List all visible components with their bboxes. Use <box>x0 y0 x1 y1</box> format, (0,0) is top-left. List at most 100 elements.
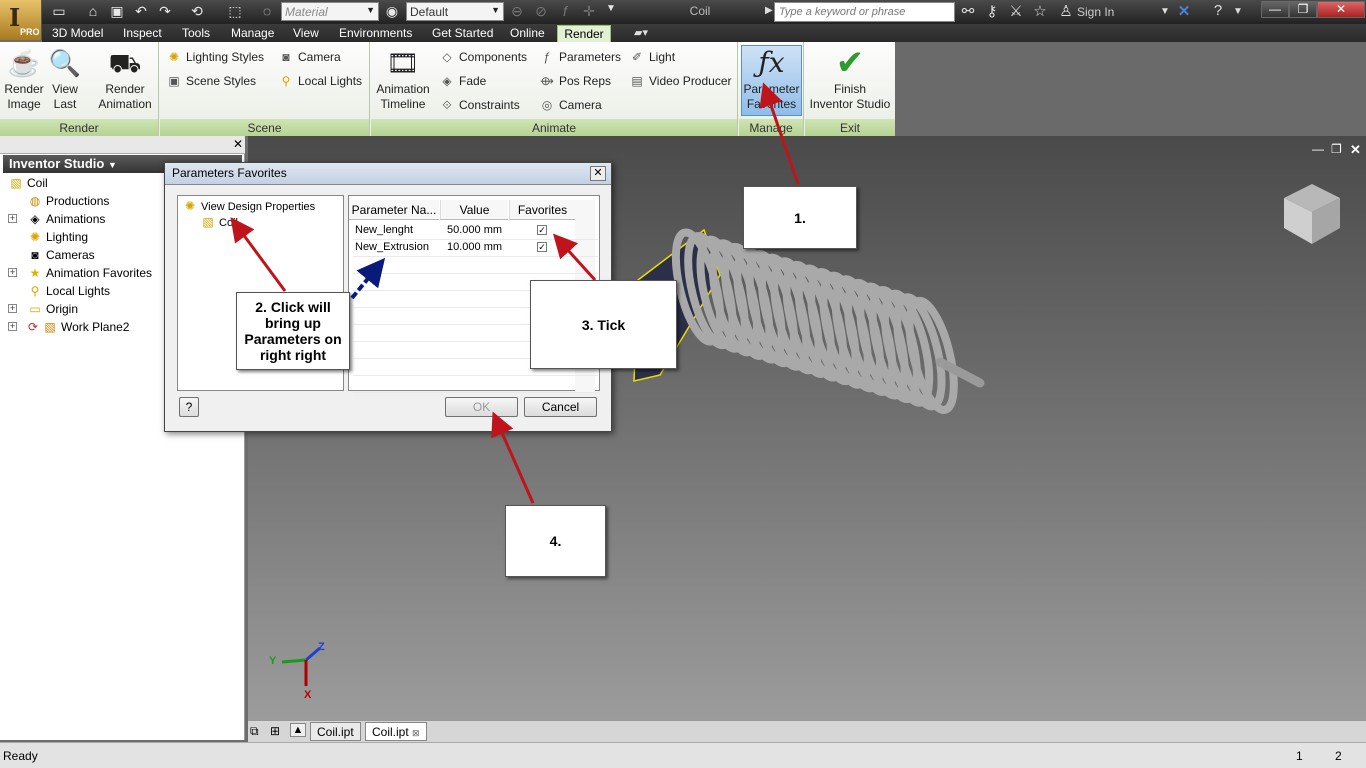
tree-item-cameras[interactable]: ◙ Cameras <box>27 246 94 264</box>
cancel-button[interactable]: Cancel <box>524 397 597 417</box>
column-header-parameter-name[interactable]: Parameter Na... <box>349 200 439 220</box>
tree-item-work-plane2[interactable]: ⟳ ▧ Work Plane2 <box>25 318 130 336</box>
chevron-down-icon: ▼ <box>366 5 375 15</box>
tree-item-productions[interactable]: ◍ Productions <box>27 192 110 210</box>
return-icon[interactable]: ⟲ <box>188 3 206 20</box>
tile-windows-icon[interactable]: ⊞ <box>270 724 280 738</box>
expand-icon[interactable]: + <box>8 322 17 331</box>
column-header-value[interactable]: Value <box>440 200 508 220</box>
tab-get-started[interactable]: Get Started <box>428 25 497 42</box>
animate-camera-button[interactable]: ◎ Camera <box>539 95 602 115</box>
parameters-label: Parameters <box>559 50 622 64</box>
document-tab-active[interactable]: Coil.ipt ⊠ <box>365 722 427 741</box>
undo-icon[interactable]: ↶ <box>132 3 150 20</box>
customize-qat-icon[interactable]: ▼ <box>602 3 620 14</box>
dialog-close-button[interactable]: ✕ <box>590 166 606 181</box>
tree-item-lighting[interactable]: ✺ Lighting <box>27 228 88 246</box>
clear-appearance-icon[interactable]: ⊘ <box>532 3 550 20</box>
appearance-dropdown[interactable]: Default ▼ <box>406 2 504 21</box>
redo-icon[interactable]: ↷ <box>156 3 174 20</box>
fade-button[interactable]: ◈ Fade <box>439 71 486 91</box>
constraints-button[interactable]: ⟐ Constraints <box>439 95 519 115</box>
view-last-button[interactable]: 🔍 View Last <box>46 46 84 112</box>
chevron-down-icon[interactable]: ▼ <box>1155 6 1175 17</box>
zoom-icon[interactable]: ⊖ <box>508 3 526 20</box>
key-icon[interactable]: ⚷ <box>982 2 1002 20</box>
close-icon[interactable]: ⊠ <box>412 728 420 738</box>
coil-model[interactable] <box>620 225 1020 425</box>
column-header-favorites[interactable]: Favorites <box>509 200 575 220</box>
panel-toggle-icon[interactable]: ▰▾ <box>634 26 648 39</box>
fx-icon[interactable]: f <box>556 3 574 19</box>
close-button[interactable]: ✕ <box>1317 1 1365 18</box>
tree-item-coil[interactable]: ▧ Coil <box>8 174 47 192</box>
help-icon[interactable]: ? <box>1208 2 1228 19</box>
restore-button[interactable]: ❐ <box>1289 1 1317 18</box>
expand-icon[interactable]: + <box>8 268 17 277</box>
render-animation-button[interactable]: ⛟ Render Animation <box>92 46 158 112</box>
search-input[interactable]: Type a keyword or phrase <box>774 2 955 22</box>
subscription-icon[interactable]: ⚔ <box>1006 2 1026 20</box>
help-button[interactable]: ? <box>179 397 199 417</box>
viewport-close-icon[interactable]: ✕ <box>1350 142 1361 158</box>
tab-3d-model[interactable]: 3D Model <box>48 25 107 42</box>
table-row[interactable]: New_Extrusion 10.000 mm ✓ <box>349 239 575 256</box>
open-documents-icon[interactable]: ▲ <box>290 723 306 737</box>
open-folder-icon[interactable]: ⌂ <box>84 3 102 19</box>
scene-styles-button[interactable]: ▣ Scene Styles <box>166 71 256 91</box>
scene-camera-button[interactable]: ◙ Camera <box>278 47 340 67</box>
components-button[interactable]: ◇ Components <box>439 47 527 67</box>
tree-item-origin[interactable]: ▭ Origin <box>27 300 78 318</box>
tab-inspect[interactable]: Inspect <box>119 25 166 42</box>
save-icon[interactable]: ▣ <box>108 3 126 20</box>
local-lights-button[interactable]: ⚲ Local Lights <box>278 71 362 91</box>
viewcube[interactable] <box>1280 182 1344 246</box>
application-menu-button[interactable]: I PRO <box>0 0 42 40</box>
video-producer-button[interactable]: ▤ Video Producer <box>629 71 731 91</box>
update-icon[interactable]: ⬚ <box>226 3 244 20</box>
tab-manage[interactable]: Manage <box>227 25 278 42</box>
tree-item-animations[interactable]: ◈ Animations <box>27 210 105 228</box>
tab-render[interactable]: Render <box>557 25 611 42</box>
parameter-favorites-button[interactable]: ƒx Parameter Favorites <box>741 45 802 116</box>
expand-icon[interactable]: + <box>8 304 17 313</box>
user-icon[interactable]: ♙ <box>1056 2 1076 20</box>
parameters-button[interactable]: ƒ Parameters <box>539 47 621 67</box>
tab-tools[interactable]: Tools <box>178 25 214 42</box>
binoculars-icon[interactable]: ⚯ <box>958 2 978 20</box>
add-icon[interactable]: ✛ <box>580 3 598 20</box>
light-button[interactable]: ✐ Light <box>629 47 675 67</box>
chevron-down-icon[interactable]: ▼ <box>1228 6 1248 17</box>
favorite-checkbox[interactable]: ✓ <box>537 242 547 252</box>
viewport-restore-icon[interactable]: ❐ <box>1331 142 1342 156</box>
viewport-minimize-icon[interactable]: — <box>1312 142 1324 156</box>
pos-reps-button[interactable]: ⟴ Pos Reps <box>539 71 611 91</box>
tab-environments[interactable]: Environments <box>335 25 416 42</box>
expand-search-icon[interactable]: ▶ <box>765 5 773 16</box>
exchange-icon[interactable]: ✕ <box>1174 2 1194 20</box>
finish-inventor-studio-button[interactable]: ✔ Finish Inventor Studio <box>806 46 894 112</box>
tree-item-animation-favorites[interactable]: ★ Animation Favorites <box>27 264 152 282</box>
table-row[interactable]: New_lenght 50.000 mm ✓ <box>349 222 575 239</box>
expand-icon[interactable]: + <box>8 214 17 223</box>
render-image-button[interactable]: ☕ Render Image <box>2 46 46 112</box>
favorite-checkbox[interactable]: ✓ <box>537 225 547 235</box>
star-icon[interactable]: ☆ <box>1030 2 1050 20</box>
ok-button[interactable]: OK <box>445 397 518 417</box>
material-dropdown[interactable]: Material ▼ <box>281 2 379 21</box>
tree-item-coil[interactable]: ▧ Coil <box>200 213 238 231</box>
select-icon[interactable]: ◌ <box>258 3 276 19</box>
lighting-styles-button[interactable]: ✺ Lighting Styles <box>166 47 264 67</box>
tab-online[interactable]: Online <box>506 25 549 42</box>
callout-4: 4. <box>505 505 606 577</box>
document-tab[interactable]: Coil.ipt <box>310 722 361 741</box>
sign-in-link[interactable]: Sign In <box>1077 5 1114 19</box>
tree-item-local-lights[interactable]: ⚲ Local Lights <box>27 282 110 300</box>
cascade-windows-icon[interactable]: ⧉ <box>250 724 259 739</box>
tab-view[interactable]: View <box>289 25 323 42</box>
new-file-icon[interactable]: ▭ <box>50 3 68 20</box>
dialog-title: Parameters Favorites <box>172 166 287 180</box>
close-icon[interactable]: ✕ <box>233 137 243 151</box>
minimize-button[interactable]: — <box>1261 1 1289 18</box>
animation-timeline-button[interactable]: 🎞 Animation Timeline <box>373 46 433 112</box>
